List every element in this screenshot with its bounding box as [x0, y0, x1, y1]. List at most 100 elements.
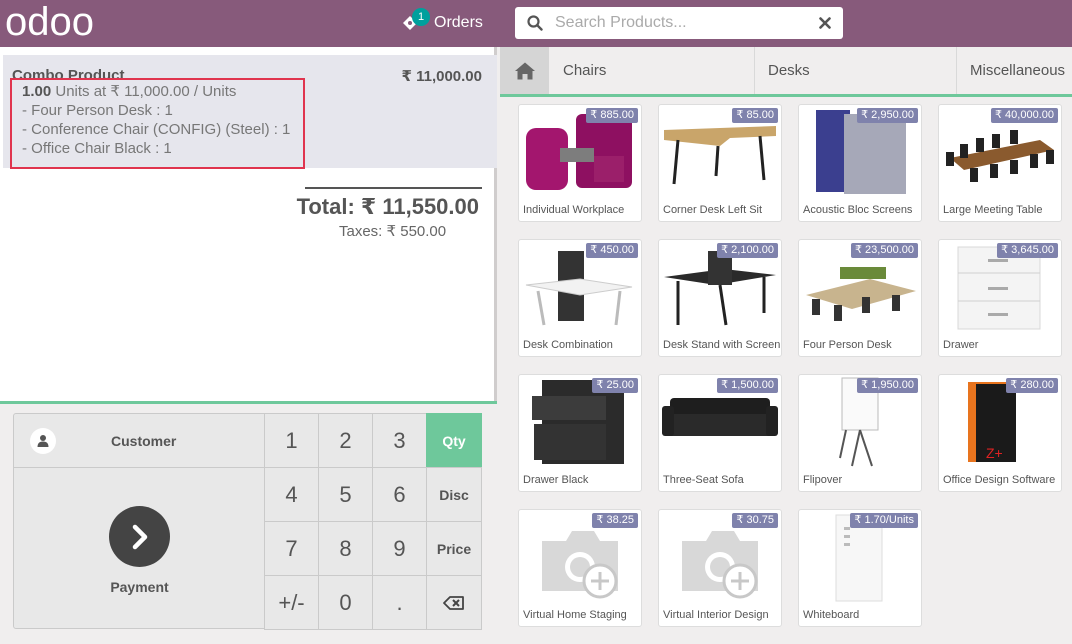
order-line-price: ₹ 11,000.00 [401, 68, 482, 85]
category-chairs[interactable]: Chairs [549, 47, 754, 94]
user-icon [30, 427, 56, 454]
product-card[interactable]: ₹ 885.00 Individual Workplace [518, 104, 642, 222]
order-total: Total: ₹ 11,550.00 [296, 194, 479, 219]
order-line-qty: 1.00 [22, 83, 52, 100]
order-taxes: Taxes: ₹ 550.00 [339, 223, 447, 240]
price-tag: ₹ 2,100.00 [717, 243, 778, 258]
mode-price-button[interactable]: Price [426, 521, 482, 576]
product-card[interactable]: ₹ 1,950.00 Flipover [798, 374, 922, 492]
price-tag: ₹ 30.75 [732, 513, 778, 528]
customer-button[interactable]: Customer [14, 414, 265, 468]
price-tag: ₹ 38.25 [592, 513, 638, 528]
product-card[interactable]: ₹ 23,500.00 Four Person Desk [798, 239, 922, 357]
orders-label: Orders [434, 14, 483, 31]
numpad-key-5[interactable]: 5 [318, 467, 373, 522]
numpad-key-0[interactable]: 0 [318, 575, 373, 630]
mode-disc-button[interactable]: Disc [426, 467, 482, 522]
clear-search-icon[interactable] [807, 7, 843, 39]
combo-component: - Four Person Desk : 1 [22, 102, 173, 119]
price-tag: ₹ 40,000.00 [991, 108, 1058, 123]
numpad-key-6[interactable]: 6 [372, 467, 427, 522]
product-name: Virtual Interior Design [663, 609, 769, 621]
category-miscellaneous[interactable]: Miscellaneous [956, 47, 1072, 94]
customer-label: Customer [111, 432, 177, 449]
numpad-key-decimal[interactable]: . [372, 575, 427, 630]
product-name: Drawer Black [523, 474, 589, 486]
product-name: Desk Combination [523, 339, 613, 351]
numpad-key-9[interactable]: 9 [372, 521, 427, 576]
product-pane: Chairs Desks Miscellaneous ₹ 885.00 Indi… [500, 47, 1072, 644]
combo-component: - Conference Chair (CONFIG) (Steel) : 1 [22, 121, 291, 138]
product-name: Four Person Desk [803, 339, 892, 351]
product-card[interactable]: ₹ 30.75 Virtual Interior Design [658, 509, 782, 627]
control-panel: Customer Payment 1 2 3 Qty 4 5 6 Disc 7 … [0, 401, 497, 644]
product-card[interactable]: ₹ 3,645.00 Drawer [938, 239, 1062, 357]
total-divider [305, 187, 482, 189]
product-card[interactable]: Z+ ₹ 280.00 Office Design Software [938, 374, 1062, 492]
ticket-icon: 1 [400, 8, 430, 33]
combo-component: - Office Chair Black : 1 [22, 140, 172, 157]
numpad-key-2[interactable]: 2 [318, 413, 373, 468]
product-name: Corner Desk Left Sit [663, 204, 763, 216]
chevron-right-icon [109, 506, 170, 567]
product-card[interactable]: ₹ 2,950.00 Acoustic Bloc Screens [798, 104, 922, 222]
product-name: Large Meeting Table [943, 204, 1043, 216]
price-tag: ₹ 23,500.00 [851, 243, 918, 258]
backspace-button[interactable] [426, 575, 482, 630]
numpad-key-plus-minus[interactable]: +/- [264, 575, 319, 630]
product-card[interactable]: ₹ 40,000.00 Large Meeting Table [938, 104, 1062, 222]
home-category-button[interactable] [500, 47, 549, 94]
svg-text:Z+: Z+ [986, 445, 1003, 461]
numpad-key-8[interactable]: 8 [318, 521, 373, 576]
payment-button[interactable]: Payment [14, 469, 265, 629]
numpad-key-3[interactable]: 3 [372, 413, 427, 468]
product-name: Flipover [803, 474, 843, 486]
product-card[interactable]: ₹ 85.00 Corner Desk Left Sit [658, 104, 782, 222]
product-name: Virtual Home Staging [523, 609, 627, 621]
price-tag: ₹ 1,500.00 [717, 378, 778, 393]
price-tag: ₹ 885.00 [586, 108, 638, 123]
price-tag: ₹ 280.00 [1006, 378, 1058, 393]
product-card[interactable]: ₹ 2,100.00 Desk Stand with Screen [658, 239, 782, 357]
price-tag: ₹ 450.00 [586, 243, 638, 258]
orders-button[interactable]: 1 Orders [400, 8, 483, 35]
price-tag: ₹ 1,950.00 [857, 378, 918, 393]
product-name: Individual Workplace [523, 204, 625, 216]
price-tag: ₹ 25.00 [592, 378, 638, 393]
product-name: Drawer [943, 339, 979, 351]
home-icon [514, 62, 535, 79]
product-search [515, 7, 843, 39]
order-pane: Combo Product ₹ 11,000.00 1.00 Units at … [0, 47, 497, 644]
numpad-key-7[interactable]: 7 [264, 521, 319, 576]
product-name: Three-Seat Sofa [663, 474, 744, 486]
price-tag: ₹ 2,950.00 [857, 108, 918, 123]
search-icon [515, 7, 555, 39]
price-tag: ₹ 1.70/Units [850, 513, 918, 528]
action-pad: Customer Payment [13, 413, 265, 629]
price-tag: ₹ 85.00 [732, 108, 778, 123]
product-card[interactable]: ₹ 1,500.00 Three-Seat Sofa [658, 374, 782, 492]
category-bar: Chairs Desks Miscellaneous [500, 47, 1072, 97]
product-name: Office Design Software [943, 474, 1056, 486]
order-line-unit-info: Units at ₹ 11,000.00 / Units [55, 83, 237, 100]
numpad: 1 2 3 Qty 4 5 6 Disc 7 8 9 Price +/- 0 . [264, 413, 482, 630]
odoo-logo: odoo [5, 2, 94, 44]
product-card[interactable]: ₹ 1.70/Units Whiteboard [798, 509, 922, 627]
order-line-details: 1.00 Units at ₹ 11,000.00 / Units - Four… [10, 78, 305, 169]
backspace-icon [443, 595, 464, 610]
mode-qty-button[interactable]: Qty [426, 413, 482, 468]
order-line-qty-info: 1.00 Units at ₹ 11,000.00 / Units [22, 82, 303, 101]
search-input[interactable] [555, 8, 807, 38]
numpad-key-1[interactable]: 1 [264, 413, 319, 468]
price-tag: ₹ 3,645.00 [997, 243, 1058, 258]
product-card[interactable]: ₹ 450.00 Desk Combination [518, 239, 642, 357]
product-card[interactable]: ₹ 38.25 Virtual Home Staging [518, 509, 642, 627]
payment-label: Payment [110, 579, 169, 595]
category-desks[interactable]: Desks [754, 47, 956, 94]
product-name: Desk Stand with Screen [663, 339, 781, 351]
product-card[interactable]: ₹ 25.00 Drawer Black [518, 374, 642, 492]
product-name: Acoustic Bloc Screens [803, 204, 913, 216]
product-name: Whiteboard [803, 609, 860, 621]
orders-count-badge: 1 [412, 8, 430, 26]
numpad-key-4[interactable]: 4 [264, 467, 319, 522]
